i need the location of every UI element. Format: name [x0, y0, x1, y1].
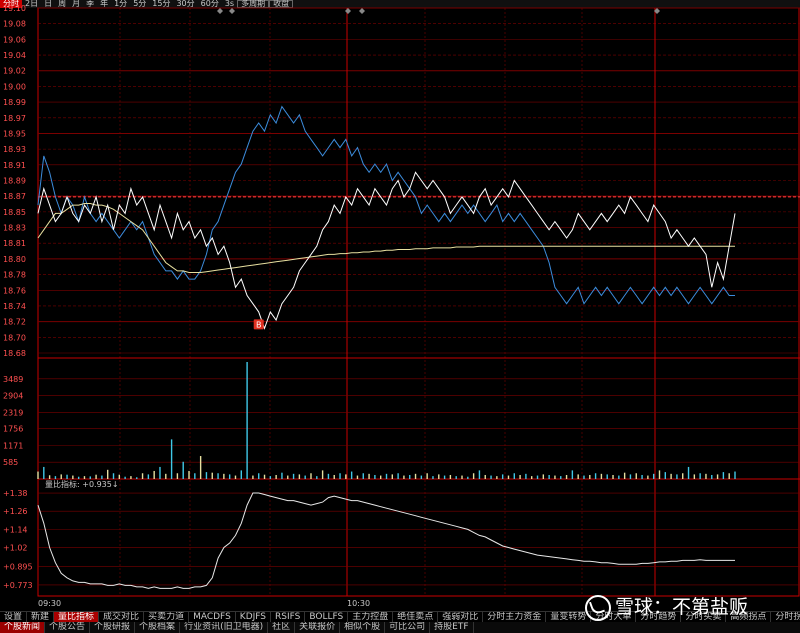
price-tick-label: 18.95	[3, 129, 26, 138]
indicator-tick-label: +1.02	[3, 544, 28, 553]
price-tick-label: 18.68	[3, 349, 26, 358]
price-tick-label: 18.93	[3, 145, 26, 154]
news-tab-0[interactable]: 个股新闻	[0, 622, 46, 633]
watermark: 雪球：不第盐贩	[585, 592, 800, 622]
price-tick-label: 18.74	[3, 302, 26, 311]
indicator-tick-label: +1.38	[3, 489, 28, 498]
volume-tick-label: 2904	[3, 392, 23, 401]
price-tick-label: 18.81	[3, 239, 26, 248]
price-tick-label: 18.91	[3, 161, 26, 170]
news-tab-9[interactable]: 持股ETF	[430, 622, 474, 633]
news-tab-6[interactable]: 关联报价	[295, 622, 341, 633]
price-tick-label: 19.06	[3, 35, 26, 44]
buy-marker-label: B	[256, 320, 262, 329]
price-tick-label: 18.83	[3, 224, 26, 233]
news-tab-7[interactable]: 相似个股	[340, 622, 386, 633]
price-tick-label: 19.04	[3, 51, 26, 60]
news-tab-bar: 个股新闻 个股公告 个股研报 个股档案 行业资讯(旧卫电器) 社区 关联报价 相似个股 可比公司…	[0, 622, 800, 633]
event-marker-icon	[345, 8, 351, 14]
time-label-start: 09:30	[38, 599, 61, 608]
price-tick-label: 19.02	[3, 67, 26, 76]
price-tick-label: 18.87	[3, 192, 26, 201]
price-tick-label: 18.89	[3, 177, 26, 186]
price-tick-label: 18.72	[3, 318, 26, 327]
intraday-chart: 19.10 19.08 19.06 19.04 19.02 19.00 18.99 18.97…	[3, 4, 800, 608]
average-price-line	[37, 203, 735, 273]
indicator-tick-label: +0.895	[3, 562, 33, 571]
volume-tick-label: 1171	[3, 441, 23, 450]
price-tick-label: 18.99	[3, 98, 26, 107]
volume-tick-label: 585	[3, 458, 18, 467]
watermark-text: 雪球：不第盐贩	[615, 596, 749, 618]
indicator-tick-label: +1.26	[3, 507, 28, 516]
news-tab-4[interactable]: 行业资讯(旧卫电器)	[180, 622, 269, 633]
event-marker-icon	[229, 8, 235, 14]
price-tick-label: 18.78	[3, 271, 26, 280]
volume-tick-label: 1756	[3, 425, 23, 434]
news-tab-3[interactable]: 个股档案	[135, 622, 181, 633]
price-tick-label: 18.70	[3, 333, 26, 342]
snowball-logo-icon	[585, 594, 611, 621]
price-tick-label: 19.00	[3, 82, 26, 91]
news-tab-2[interactable]: 个股研报	[90, 622, 136, 633]
event-marker-icon	[217, 8, 223, 14]
event-marker-icon	[359, 8, 365, 14]
price-tick-label: 19.10	[3, 4, 26, 13]
price-tick-label: 18.80	[3, 255, 26, 264]
indicator-tick-label: +0.773	[3, 581, 33, 590]
volume-tick-label: 2319	[3, 408, 23, 417]
indicator-tick-label: +1.14	[3, 525, 28, 534]
volume-tick-label: 3489	[3, 375, 23, 384]
news-tab-5[interactable]: 社区	[268, 622, 296, 633]
indicator-title: 量比指标: +0.935↓	[45, 479, 119, 489]
price-tick-label: 18.85	[3, 208, 26, 217]
price-tick-label: 19.08	[3, 20, 26, 29]
chart-frame	[37, 7, 800, 597]
volume-ratio-line	[37, 492, 735, 589]
news-tab-1[interactable]: 个股公告	[45, 622, 91, 633]
time-label-mid: 10:30	[347, 599, 370, 608]
price-tick-label: 18.76	[3, 286, 26, 295]
news-tab-8[interactable]: 可比公司	[385, 622, 431, 633]
price-tick-label: 18.97	[3, 114, 26, 123]
